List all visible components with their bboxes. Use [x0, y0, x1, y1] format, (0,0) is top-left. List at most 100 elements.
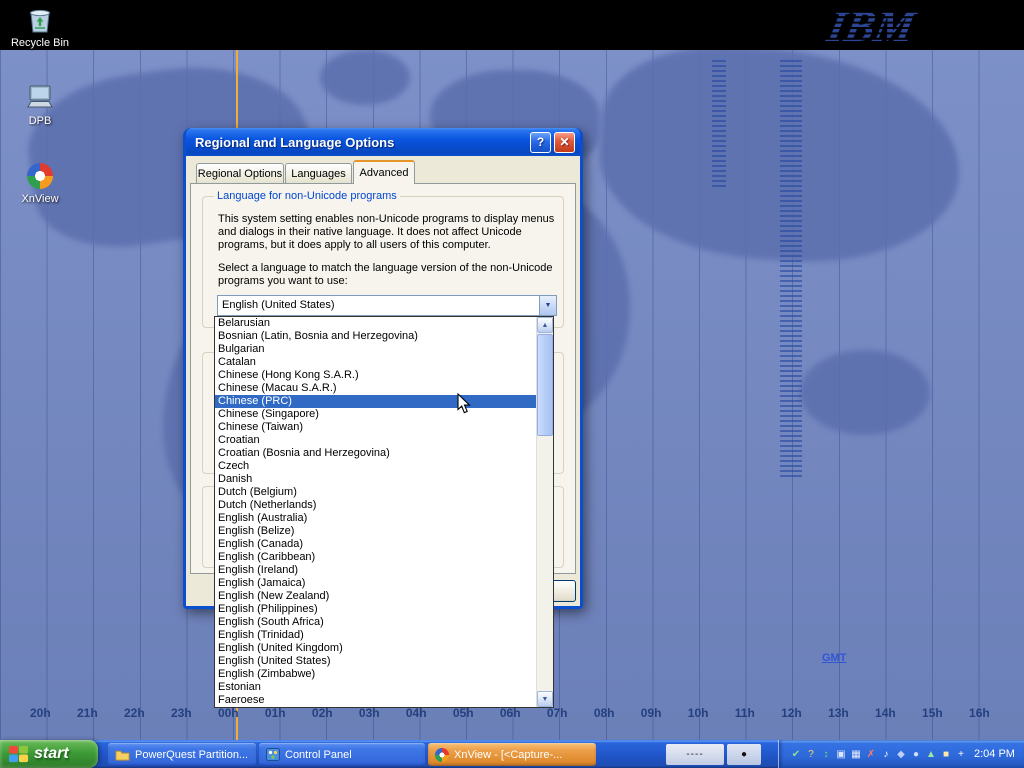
taskbar-toolbar[interactable]: ---- — [666, 744, 724, 765]
dropdown-item[interactable]: English (Belize) — [215, 525, 536, 538]
hour-label: 08h — [594, 706, 615, 720]
tab-advanced[interactable]: Advanced — [353, 160, 415, 184]
usb-device-icon[interactable]: ◆ — [894, 747, 908, 762]
select-language-instruction: Select a language to match the language … — [218, 262, 564, 288]
dropdown-scrollbar[interactable]: ▲ ▼ — [536, 317, 553, 707]
ibm-logo: IBM — [818, 1, 938, 49]
hour-label: 04h — [406, 706, 427, 720]
timezone-hour-labels: 20h21h22h23h00h01h02h03h04h05h06h07h08h0… — [30, 706, 990, 720]
dropdown-item[interactable]: Estonian — [215, 681, 536, 694]
partition-tool-icon[interactable]: ▦ — [849, 747, 863, 762]
top-banner: IBM — [0, 0, 1024, 50]
dropdown-item[interactable]: Chinese (Taiwan) — [215, 421, 536, 434]
continent-shape — [800, 350, 930, 435]
hour-label: 12h — [781, 706, 802, 720]
recycle-bin-icon — [23, 4, 57, 36]
close-button[interactable]: ✕ — [554, 132, 575, 153]
display-settings-icon[interactable]: ▣ — [834, 747, 848, 762]
volume-icon[interactable]: ♪ — [879, 747, 893, 762]
desktop-icon-recycle-bin[interactable]: Recycle Bin — [4, 4, 76, 49]
hour-label: 07h — [547, 706, 568, 720]
hour-label: 05h — [453, 706, 474, 720]
dropdown-item[interactable]: English (Jamaica) — [215, 577, 536, 590]
combobox-dropdown-arrow-icon[interactable]: ▼ — [539, 296, 556, 315]
tab-languages[interactable]: Languages — [285, 163, 352, 183]
help-button[interactable]: ? — [530, 132, 551, 153]
dropdown-item[interactable]: Chinese (Singapore) — [215, 408, 536, 421]
dialog-titlebar[interactable]: Regional and Language Options ? ✕ — [186, 128, 580, 156]
combobox-value: English (United States) — [218, 296, 539, 315]
scheduler-icon[interactable]: ● — [909, 747, 923, 762]
timezone-hatch-band — [780, 60, 802, 480]
dropdown-item[interactable]: Danish — [215, 473, 536, 486]
task-label: XnView - [<Capture-... — [454, 749, 562, 761]
desktop-icon-dpb[interactable]: DPB — [4, 82, 76, 127]
dropdown-item[interactable]: English (Australia) — [215, 512, 536, 525]
task-label: Control Panel — [285, 749, 352, 761]
dropdown-item[interactable]: English (Canada) — [215, 538, 536, 551]
dropdown-item[interactable]: Dutch (Netherlands) — [215, 499, 536, 512]
start-button[interactable]: start — [0, 740, 98, 768]
control-panel-icon — [266, 748, 280, 761]
dropdown-item[interactable]: Bosnian (Latin, Bosnia and Herzegovina) — [215, 330, 536, 343]
folder-icon — [115, 748, 130, 761]
dropdown-item[interactable]: English (United Kingdom) — [215, 642, 536, 655]
hour-label: 22h — [124, 706, 145, 720]
hour-label: 10h — [688, 706, 709, 720]
start-label: start — [34, 745, 69, 763]
alert-icon[interactable]: ✗ — [864, 747, 878, 762]
dropdown-item[interactable]: English (Philippines) — [215, 603, 536, 616]
dropdown-item[interactable]: Catalan — [215, 356, 536, 369]
taskbar-toolbar-icon-button[interactable]: ● — [727, 744, 761, 765]
taskbar-item-powerquest[interactable]: PowerQuest Partition... — [108, 743, 256, 766]
desktop-icon-xnview[interactable]: XnView — [4, 160, 76, 205]
screen: GMT 20h21h22h23h00h01h02h03h04h05h06h07h… — [0, 0, 1024, 768]
antivirus-icon[interactable]: ▲ — [924, 747, 938, 762]
dropdown-item[interactable]: English (United States) — [215, 655, 536, 668]
nonunicode-group-title: Language for non-Unicode programs — [214, 190, 400, 202]
dropdown-item[interactable]: Chinese (Macau S.A.R.) — [215, 382, 536, 395]
dropdown-item[interactable]: Bulgarian — [215, 343, 536, 356]
dropdown-item[interactable]: Czech — [215, 460, 536, 473]
dropdown-item[interactable]: Belarusian — [215, 317, 536, 330]
dropdown-item[interactable]: English (New Zealand) — [215, 590, 536, 603]
dropdown-item[interactable]: English (South Africa) — [215, 616, 536, 629]
dropdown-item[interactable]: Croatian (Bosnia and Herzegovina) — [215, 447, 536, 460]
dropdown-item[interactable]: Dutch (Belgium) — [215, 486, 536, 499]
continent-shape — [320, 50, 410, 105]
scrollbar-thumb[interactable] — [537, 334, 553, 436]
messenger-icon[interactable]: ■ — [939, 747, 953, 762]
task-label: PowerQuest Partition... — [135, 749, 248, 761]
tab-regional-options[interactable]: Regional Options — [196, 163, 284, 183]
taskbar-clock: 2:04 PM — [974, 748, 1015, 760]
network-activity-icon[interactable]: ↕ — [819, 747, 833, 762]
scroll-up-button[interactable]: ▲ — [537, 317, 553, 333]
language-combobox[interactable]: English (United States) ▼ — [217, 295, 557, 316]
tray-icons: ✔?↕▣▦✗♪◆●▲■+ — [789, 747, 968, 762]
misc-tray-icon[interactable]: + — [954, 747, 968, 762]
nonunicode-description: This system setting enables non-Unicode … — [218, 213, 564, 252]
dropdown-item[interactable]: Croatian — [215, 434, 536, 447]
dropdown-item[interactable]: English (Caribbean) — [215, 551, 536, 564]
hour-label: 21h — [77, 706, 98, 720]
dropdown-item[interactable]: Faeroese — [215, 694, 536, 707]
scroll-down-button[interactable]: ▼ — [537, 691, 553, 707]
update-notify-icon[interactable]: ? — [804, 747, 818, 762]
xnview-icon — [435, 748, 449, 762]
taskbar-item-control-panel[interactable]: Control Panel — [259, 743, 425, 766]
hour-label: 15h — [922, 706, 943, 720]
taskbar-item-xnview[interactable]: XnView - [<Capture-... — [428, 743, 596, 766]
dropdown-item[interactable]: English (Trinidad) — [215, 629, 536, 642]
hour-label: 09h — [641, 706, 662, 720]
hour-label: 14h — [875, 706, 896, 720]
status-check-icon[interactable]: ✔ — [789, 747, 803, 762]
dropdown-item[interactable]: Chinese (Hong Kong S.A.R.) — [215, 369, 536, 382]
hour-label: 23h — [171, 706, 192, 720]
dropdown-item[interactable]: English (Zimbabwe) — [215, 668, 536, 681]
language-dropdown-list: BelarusianBosnian (Latin, Bosnia and Her… — [214, 316, 554, 708]
dropdown-item[interactable]: Chinese (PRC) — [215, 395, 536, 408]
hour-label: 01h — [265, 706, 286, 720]
hour-label: 13h — [828, 706, 849, 720]
dropdown-item[interactable]: English (Ireland) — [215, 564, 536, 577]
mouse-cursor — [457, 393, 472, 415]
